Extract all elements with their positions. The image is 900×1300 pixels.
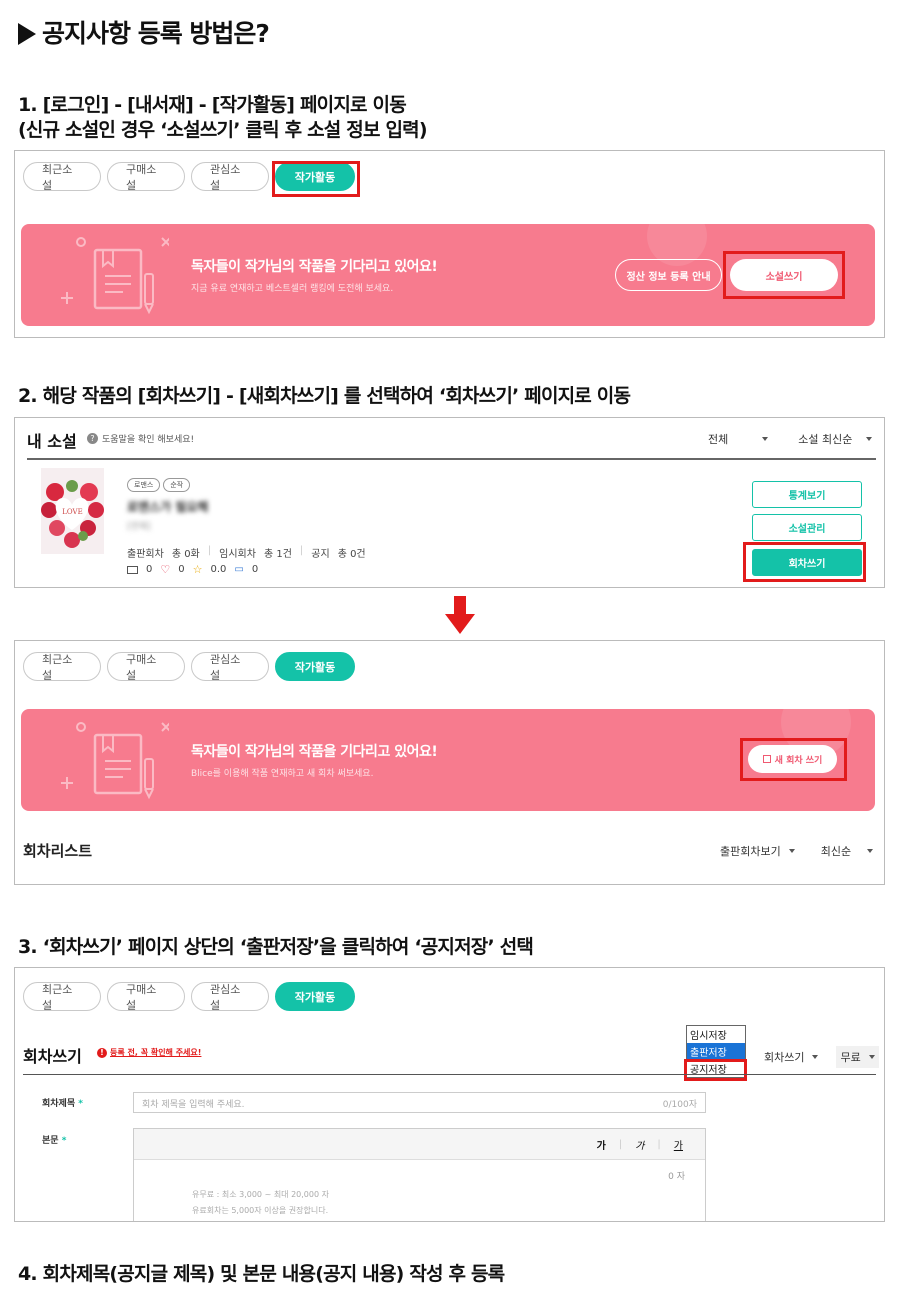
banner-subtitle: Blice를 이용해 작품 연재하고 새 회차 써보세요. — [191, 769, 374, 779]
italic-button[interactable]: 가 — [635, 1137, 644, 1152]
screenshot-step-2: 내 소설 ? 도움말을 확인 해보세요! 전체 소설 최신순 LOVE 로맨스 … — [14, 417, 885, 588]
title-char-count: 0/100자 — [662, 1100, 697, 1110]
screenshot-step-3: 최근소설 구매소설 관심소설 작가활동 회차쓰기 ! 등록 전, 꼭 확인해 주… — [14, 967, 885, 1222]
alert-icon: ! — [97, 1047, 107, 1058]
caret-icon — [812, 1055, 819, 1059]
settlement-info-button[interactable]: 정산 정보 등록 안내 — [615, 259, 722, 291]
tab-favorite[interactable]: 관심소설 — [191, 162, 269, 192]
question-icon: ? — [87, 433, 98, 444]
warning-notice[interactable]: ! 등록 전, 꼭 확인해 주세요! — [97, 1047, 201, 1058]
editor-toolbar: 가 | 가 | 가 — [134, 1129, 705, 1160]
filter-latest[interactable]: 최신순 — [821, 843, 874, 859]
tag-pure: 순작 — [163, 478, 191, 492]
step-4: 4. 회차제목(공지글 제목) 및 본문 내용(공지 내용) 작성 후 등록 — [18, 1263, 505, 1285]
cover-text: LOVE — [62, 508, 83, 516]
write-page-selects: 회차쓰기 무료 — [764, 1046, 879, 1068]
reader-stats: 0 ♡ 0 ☆ 0.0 ▭ 0 — [127, 563, 258, 576]
option-publish-save[interactable]: 출판저장 — [687, 1043, 745, 1060]
highlight-tab-author — [272, 161, 360, 197]
tab-purchased[interactable]: 구매소설 — [107, 652, 185, 682]
episode-list-filters: 출판회차보기 최신순 — [720, 843, 874, 859]
comment-icon: ▭ — [234, 564, 244, 575]
star-icon: ☆ — [192, 563, 203, 576]
highlight-write-episode — [743, 542, 866, 582]
novel-cover[interactable]: LOVE — [41, 468, 104, 554]
stats-button[interactable]: 통계보기 — [752, 481, 862, 508]
highlight-new-episode — [740, 738, 847, 781]
caret-icon — [867, 849, 874, 853]
option-temp-save[interactable]: 임시저장 — [687, 1026, 745, 1043]
play-icon — [18, 23, 36, 45]
body-hint-2: 유료회차는 5,000자 이상을 권장합니다. — [192, 1206, 329, 1215]
step-1-line-1: 1. [로그인] - [내서재] - [작가활동] 페이지로 이동 — [18, 94, 407, 116]
screenshot-step-1: 최근소설 구매소설 관심소설 작가활동 독자들이 작가님의 작품을 기다리고 있… — [14, 150, 885, 338]
my-novel-title: 내 소설 — [27, 432, 77, 451]
notebook-icon — [61, 237, 169, 315]
filter-all[interactable]: 전체 — [708, 431, 769, 447]
screenshot-step-2b: 최근소설 구매소설 관심소설 작가활동 독자들이 작가님의 작품을 기다리고 있… — [14, 640, 885, 885]
highlight-notice-save — [684, 1059, 747, 1081]
tab-purchased[interactable]: 구매소설 — [107, 162, 185, 192]
arrow-down-icon — [445, 596, 475, 634]
page-title: 공지사항 등록 방법은? — [18, 14, 270, 50]
divider — [23, 1074, 876, 1075]
novel-status: [연재] — [127, 522, 151, 532]
episode-title-input[interactable]: 회차 제목을 입력해 주세요. 0/100자 — [133, 1092, 706, 1113]
body-editor[interactable]: 가 | 가 | 가 0 자 유무료 : 최소 3,000 ~ 최대 20,000… — [133, 1128, 706, 1221]
title-field-label: 회차제목 * — [42, 1099, 83, 1109]
tab-favorite[interactable]: 관심소설 — [191, 652, 269, 682]
heart-icon: ♡ — [160, 563, 171, 576]
my-novel-filters: 전체 소설 최신순 — [708, 431, 873, 447]
help-hint[interactable]: ? 도움말을 확인 해보세요! — [87, 432, 194, 445]
episode-stats: 출판회차 총 0화 | 임시회차 총 1건 | 공지 총 0건 — [127, 545, 366, 560]
divider — [27, 458, 876, 460]
tab-author[interactable]: 작가활동 — [275, 652, 355, 681]
episode-list-title: 회차리스트 — [23, 842, 93, 860]
step-2: 2. 해당 작품의 [회차쓰기] - [새회차쓰기] 를 선택하여 ‘회차쓰기’… — [18, 385, 631, 407]
banner-title: 독자들이 작가님의 작품을 기다리고 있어요! — [191, 259, 438, 275]
tag-romance: 로맨스 — [127, 478, 161, 492]
banner-title: 독자들이 작가님의 작품을 기다리고 있어요! — [191, 744, 438, 760]
tab-recent[interactable]: 최근소설 — [23, 982, 101, 1012]
body-field-label: 본문 * — [42, 1136, 67, 1146]
tab-bar: 최근소설 구매소설 관심소설 작가활동 — [23, 982, 355, 1012]
tab-bar: 최근소설 구매소설 관심소설 작가활동 — [23, 652, 355, 682]
write-page-title: 회차쓰기 — [23, 1047, 82, 1066]
caret-icon — [788, 849, 795, 853]
body-char-count: 0 자 — [668, 1172, 685, 1182]
novel-name[interactable]: 로맨스가 필요해 — [127, 498, 208, 515]
select-price[interactable]: 무료 — [836, 1046, 879, 1068]
select-episode-type[interactable]: 회차쓰기 — [764, 1049, 819, 1065]
underline-button[interactable]: 가 — [674, 1137, 683, 1152]
caret-icon — [868, 1055, 875, 1059]
step-3: 3. ‘회차쓰기’ 페이지 상단의 ‘출판저장’을 클릭하여 ‘공지저장’ 선택 — [18, 936, 534, 958]
manage-novel-button[interactable]: 소설관리 — [752, 514, 862, 541]
step-1-line-2: (신규 소설인 경우 ‘소설쓰기’ 클릭 후 소설 정보 입력) — [18, 119, 428, 141]
highlight-write-novel — [723, 251, 845, 299]
filter-published[interactable]: 출판회차보기 — [720, 843, 795, 859]
tab-recent[interactable]: 최근소설 — [23, 162, 101, 192]
book-icon — [127, 565, 138, 574]
filter-sort[interactable]: 소설 최신순 — [798, 431, 873, 447]
banner-subtitle: 지금 유료 연재하고 베스트셀러 랭킹에 도전해 보세요. — [191, 284, 394, 294]
tab-favorite[interactable]: 관심소설 — [191, 982, 269, 1012]
caret-icon — [866, 437, 873, 441]
tab-recent[interactable]: 최근소설 — [23, 652, 101, 682]
genre-tags: 로맨스 순작 — [127, 478, 191, 492]
bold-button[interactable]: 가 — [597, 1137, 606, 1152]
tab-purchased[interactable]: 구매소설 — [107, 982, 185, 1012]
body-hint-1: 유무료 : 최소 3,000 ~ 최대 20,000 자 — [192, 1190, 329, 1199]
caret-icon — [762, 437, 769, 441]
notebook-icon — [61, 722, 169, 800]
tab-author[interactable]: 작가활동 — [275, 982, 355, 1011]
